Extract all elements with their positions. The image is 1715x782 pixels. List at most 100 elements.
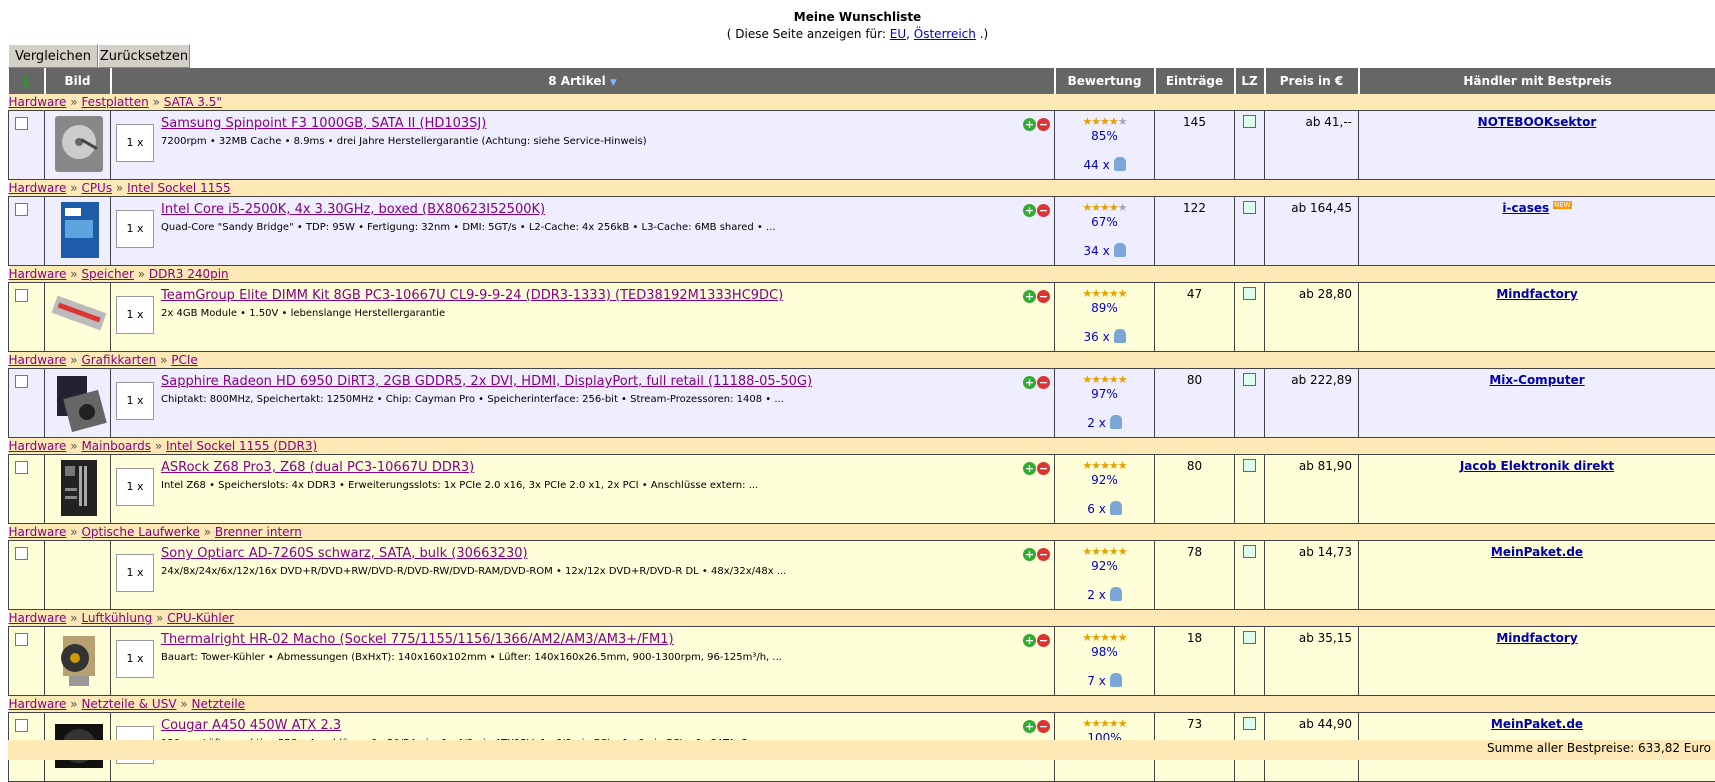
- cpu-box-image[interactable]: [51, 200, 107, 260]
- row-checkbox[interactable]: [15, 375, 28, 388]
- plus-icon[interactable]: +: [1023, 290, 1036, 303]
- category-link[interactable]: Festplatten: [81, 95, 148, 109]
- compare-button[interactable]: Vergleichen: [8, 44, 98, 68]
- minus-icon[interactable]: −: [1037, 118, 1050, 131]
- minus-icon[interactable]: −: [1037, 204, 1050, 217]
- mainboard-image[interactable]: [51, 458, 107, 518]
- minus-icon[interactable]: −: [1037, 634, 1050, 647]
- rating-percent[interactable]: 92%: [1055, 473, 1154, 487]
- category-link[interactable]: Hardware: [9, 95, 67, 109]
- header-eintraege[interactable]: Einträge: [1155, 68, 1235, 94]
- category-link[interactable]: Hardware: [9, 525, 67, 539]
- category-link[interactable]: Netzteile: [192, 697, 246, 711]
- category-link[interactable]: DDR3 240pin: [149, 267, 229, 281]
- minus-icon[interactable]: −: [1037, 720, 1050, 733]
- region-link-austria[interactable]: Österreich: [914, 27, 976, 41]
- product-name-link[interactable]: ASRock Z68 Pro3, Z68 (dual PC3-10667U DD…: [161, 460, 1054, 475]
- review-count[interactable]: 36 x: [1055, 329, 1154, 344]
- dealer-link[interactable]: MeinPaket.de: [1491, 717, 1583, 731]
- category-link[interactable]: CPU-Kühler: [167, 611, 234, 625]
- reset-button[interactable]: Zurücksetzen: [98, 44, 190, 68]
- rating-percent[interactable]: 89%: [1055, 301, 1154, 315]
- minus-icon[interactable]: −: [1037, 548, 1050, 561]
- quantity-field[interactable]: 1 x: [116, 382, 154, 420]
- category-link[interactable]: CPUs: [81, 181, 112, 195]
- rating-percent[interactable]: 92%: [1055, 559, 1154, 573]
- star-rating-icon[interactable]: ★★★★★: [1055, 717, 1154, 730]
- rating-percent[interactable]: 67%: [1055, 215, 1154, 229]
- product-name-link[interactable]: Samsung Spinpoint F3 1000GB, SATA II (HD…: [161, 116, 1054, 131]
- plus-icon[interactable]: +: [1023, 118, 1036, 131]
- hdd-image[interactable]: [51, 114, 107, 174]
- review-count[interactable]: 6 x: [1055, 501, 1154, 516]
- quantity-field[interactable]: 1 x: [116, 210, 154, 248]
- row-checkbox[interactable]: [15, 203, 28, 216]
- dealer-link[interactable]: Mindfactory: [1496, 631, 1577, 645]
- rating-percent[interactable]: 98%: [1055, 645, 1154, 659]
- plus-icon[interactable]: +: [1023, 548, 1036, 561]
- category-link[interactable]: Hardware: [9, 353, 67, 367]
- product-name-link[interactable]: Cougar A450 450W ATX 2.3: [161, 718, 1054, 733]
- dealer-link[interactable]: NOTEBOOKsektor: [1478, 115, 1597, 129]
- gpu-image[interactable]: [51, 372, 107, 432]
- plus-icon[interactable]: +: [1023, 204, 1036, 217]
- star-rating-icon[interactable]: ★★★★★: [1055, 545, 1154, 558]
- review-count[interactable]: 44 x: [1055, 157, 1154, 172]
- star-rating-icon[interactable]: ★★★★★: [1055, 287, 1154, 300]
- review-count[interactable]: 7 x: [1055, 673, 1154, 688]
- category-link[interactable]: Luftkühlung: [81, 611, 152, 625]
- category-link[interactable]: Intel Sockel 1155 (DDR3): [166, 439, 317, 453]
- dealer-link[interactable]: Jacob Elektronik direkt: [1460, 459, 1614, 473]
- row-checkbox[interactable]: [15, 547, 28, 560]
- minus-icon[interactable]: −: [1037, 462, 1050, 475]
- star-rating-icon[interactable]: ★★★★★: [1055, 115, 1154, 128]
- row-checkbox[interactable]: [15, 719, 28, 732]
- review-count[interactable]: 34 x: [1055, 243, 1154, 258]
- row-checkbox[interactable]: [15, 289, 28, 302]
- row-checkbox[interactable]: [15, 633, 28, 646]
- rating-percent[interactable]: 97%: [1055, 387, 1154, 401]
- ram-image[interactable]: [51, 286, 107, 346]
- category-link[interactable]: Hardware: [9, 611, 67, 625]
- dealer-link[interactable]: MeinPaket.de: [1491, 545, 1583, 559]
- category-link[interactable]: Optische Laufwerke: [81, 525, 199, 539]
- quantity-field[interactable]: 1 x: [116, 124, 154, 162]
- category-link[interactable]: Hardware: [9, 267, 67, 281]
- region-link-eu[interactable]: EU: [890, 27, 906, 41]
- plus-icon[interactable]: +: [1023, 462, 1036, 475]
- category-link[interactable]: Hardware: [9, 697, 67, 711]
- header-bewertung[interactable]: Bewertung: [1055, 68, 1155, 94]
- minus-icon[interactable]: −: [1037, 290, 1050, 303]
- category-link[interactable]: PCIe: [171, 353, 198, 367]
- plus-icon[interactable]: +: [1023, 720, 1036, 733]
- sort-order-header[interactable]: ⇓: [9, 68, 45, 94]
- product-name-link[interactable]: TeamGroup Elite DIMM Kit 8GB PC3-10667U …: [161, 288, 1054, 303]
- category-link[interactable]: Hardware: [9, 439, 67, 453]
- product-name-link[interactable]: Sony Optiarc AD-7260S schwarz, SATA, bul…: [161, 546, 1054, 561]
- star-rating-icon[interactable]: ★★★★★: [1055, 373, 1154, 386]
- category-link[interactable]: SATA 3.5": [164, 95, 222, 109]
- category-link[interactable]: Intel Sockel 1155: [127, 181, 231, 195]
- plus-icon[interactable]: +: [1023, 634, 1036, 647]
- dealer-link[interactable]: Mix-Computer: [1489, 373, 1584, 387]
- header-preis[interactable]: Preis in €: [1265, 68, 1359, 94]
- category-link[interactable]: Brenner intern: [215, 525, 302, 539]
- category-link[interactable]: Netzteile & USV: [81, 697, 176, 711]
- product-name-link[interactable]: Intel Core i5-2500K, 4x 3.30GHz, boxed (…: [161, 202, 1054, 217]
- quantity-field[interactable]: 1 x: [116, 554, 154, 592]
- row-checkbox[interactable]: [15, 117, 28, 130]
- star-rating-icon[interactable]: ★★★★★: [1055, 631, 1154, 644]
- rating-percent[interactable]: 85%: [1055, 129, 1154, 143]
- cooler-image[interactable]: [51, 630, 107, 690]
- quantity-field[interactable]: 1 x: [116, 640, 154, 678]
- category-link[interactable]: Grafikkarten: [81, 353, 156, 367]
- star-rating-icon[interactable]: ★★★★★: [1055, 201, 1154, 214]
- review-count[interactable]: 2 x: [1055, 415, 1154, 430]
- plus-icon[interactable]: +: [1023, 376, 1036, 389]
- quantity-field[interactable]: 1 x: [116, 296, 154, 334]
- category-link[interactable]: Hardware: [9, 181, 67, 195]
- review-count[interactable]: 2 x: [1055, 587, 1154, 602]
- quantity-field[interactable]: 1 x: [116, 468, 154, 506]
- minus-icon[interactable]: −: [1037, 376, 1050, 389]
- product-name-link[interactable]: Thermalright HR-02 Macho (Sockel 775/115…: [161, 632, 1054, 647]
